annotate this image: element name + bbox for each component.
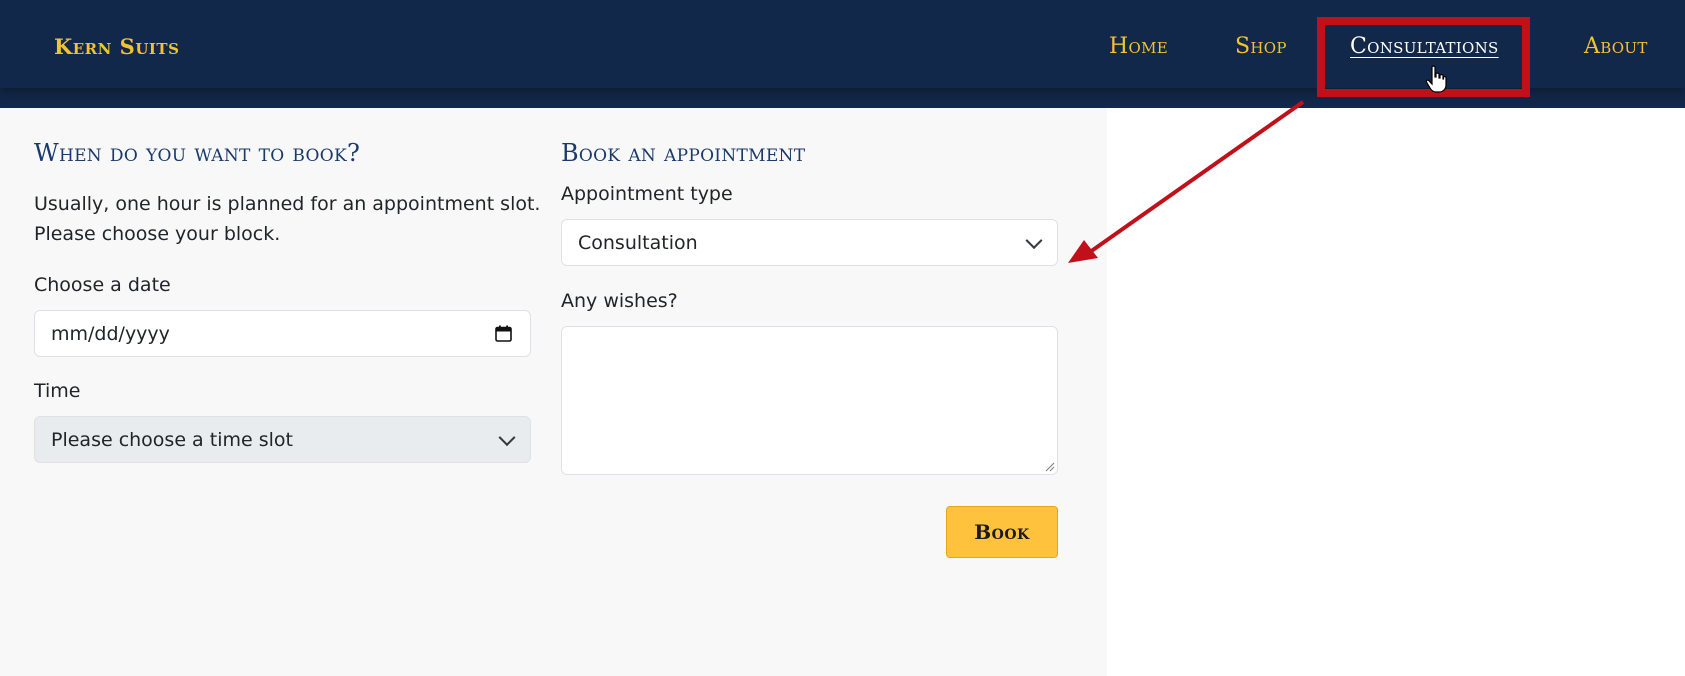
wishes-label: Any wishes?: [561, 290, 678, 312]
booking-content: When do you want to book? Usually, one h…: [0, 108, 1107, 676]
intro-line-2: Please choose your block.: [34, 223, 281, 245]
nav-home[interactable]: Home: [1109, 36, 1168, 58]
resize-handle-icon[interactable]: [1045, 462, 1055, 472]
right-section-title: Book an appointment: [561, 139, 806, 167]
chevron-down-icon: [498, 428, 516, 446]
intro-line-1: Usually, one hour is planned for an appo…: [34, 193, 541, 215]
calendar-icon[interactable]: [495, 325, 512, 342]
book-button[interactable]: Book: [946, 506, 1058, 558]
date-input[interactable]: mm/dd/yyyy: [34, 310, 531, 357]
appointment-type-label: Appointment type: [561, 183, 733, 205]
left-section-title: When do you want to book?: [34, 139, 361, 167]
brand-logo[interactable]: Kern Suits: [54, 36, 179, 57]
appointment-type-value: Consultation: [578, 231, 698, 254]
time-select-value: Please choose a time slot: [51, 428, 293, 451]
hand-pointer-icon: [1425, 65, 1447, 93]
time-select[interactable]: Please choose a time slot: [34, 416, 531, 463]
date-placeholder: mm/dd/yyyy: [51, 322, 170, 345]
appointment-type-select[interactable]: Consultation: [561, 219, 1058, 266]
wishes-textarea[interactable]: [561, 326, 1058, 475]
highlight-box: [1317, 17, 1530, 97]
date-label: Choose a date: [34, 274, 171, 296]
chevron-down-icon: [1025, 231, 1043, 249]
nav-about[interactable]: About: [1584, 36, 1648, 58]
time-label: Time: [34, 380, 81, 402]
nav-shop[interactable]: Shop: [1235, 36, 1287, 58]
